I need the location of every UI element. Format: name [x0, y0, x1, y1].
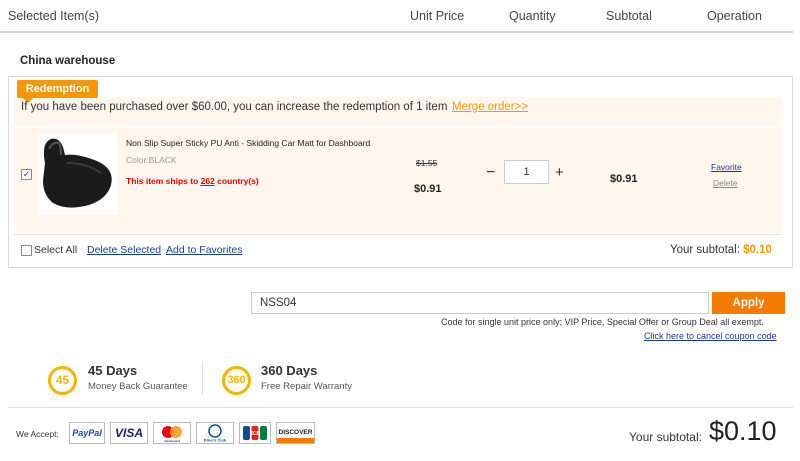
jcb-icon: JCB [239, 422, 271, 444]
add-to-favorites-link[interactable]: Add to Favorites [166, 244, 242, 256]
guarantee-divider [202, 362, 203, 394]
car-mat-image [43, 138, 112, 208]
quantity-decrease-button[interactable]: − [486, 164, 495, 182]
repair-warranty-icon: 360 [222, 366, 251, 395]
mastercard-icon: mastercard [153, 422, 191, 444]
discover-text: DISCOVER [278, 429, 313, 436]
diners-club-logo: Diners Club [204, 424, 227, 443]
coupon-input[interactable] [251, 292, 709, 314]
delete-link[interactable]: Delete [713, 178, 738, 188]
apply-button[interactable]: Apply [712, 292, 785, 314]
discover-icon: DISCOVER [276, 422, 315, 444]
redemption-badge: Redemption [17, 80, 98, 103]
header-operation: Operation [707, 9, 762, 23]
product-image[interactable] [37, 133, 118, 215]
coupon-note: Code for single unit price only; VIP Pri… [441, 317, 764, 327]
original-price: $1.55 [416, 158, 438, 168]
header-quantity: Quantity [509, 9, 556, 23]
cancel-coupon-link[interactable]: Click here to cancel coupon code [644, 331, 777, 341]
quantity-increase-button[interactable]: + [555, 164, 564, 181]
we-accept-label: We Accept: [16, 429, 59, 439]
ship-count-link[interactable]: 262 [201, 176, 215, 186]
diners-club-text: Diners Club [204, 438, 227, 443]
money-back-icon: 45 [48, 366, 77, 395]
product-color: Color:BLACK [126, 155, 177, 165]
quantity-input[interactable] [504, 160, 549, 184]
guarantee-subtitle-money-back: Money Back Guarantee [88, 381, 188, 392]
diners-club-icon: Diners Club [196, 422, 234, 444]
box-subtotal-label: Your subtotal: [670, 244, 744, 256]
redemption-text: If you have been purchased over $60.00, … [21, 101, 448, 113]
select-all-checkbox[interactable] [21, 245, 32, 256]
discover-stripe [277, 438, 314, 443]
header-unit-price: Unit Price [410, 9, 465, 23]
grand-total-label: Your subtotal: [629, 430, 702, 444]
ship-suffix: country(s) [214, 176, 259, 186]
warehouse-title: China warehouse [20, 55, 116, 67]
item-subtotal: $0.91 [610, 173, 638, 185]
delete-selected-link[interactable]: Delete Selected [87, 244, 161, 256]
guarantee-subtitle-repair: Free Repair Warranty [261, 381, 352, 392]
cart-header: Selected Item(s) Unit Price Quantity Sub… [0, 0, 793, 33]
divider [14, 234, 782, 235]
jcb-logo: JCB [243, 426, 267, 440]
jcb-text: JCB [250, 431, 260, 437]
select-all-label[interactable]: Select All [34, 244, 77, 256]
box-subtotal: Your subtotal: $0.10 [670, 244, 772, 256]
mastercard-circles: mastercard [162, 426, 182, 443]
guarantee-title-repair: 360 Days [261, 363, 318, 378]
paypal-icon: PayPal [69, 422, 105, 444]
ship-info: This item ships to 262 country(s) [126, 176, 259, 186]
product-name[interactable]: Non Slip Super Sticky PU Anti - Skidding… [126, 138, 370, 148]
box-subtotal-value: $0.10 [743, 244, 772, 256]
merge-order-link[interactable]: Merge order>> [452, 101, 528, 113]
header-items: Selected Item(s) [8, 9, 100, 23]
mastercard-text: mastercard [164, 439, 180, 443]
item-checkbox[interactable]: ✓ [21, 169, 32, 180]
favorite-link[interactable]: Favorite [711, 162, 742, 172]
visa-icon: VISA [110, 422, 148, 444]
ship-prefix: This item ships to [126, 176, 201, 186]
divider [8, 407, 793, 408]
unit-price: $0.91 [414, 183, 442, 195]
grand-total-value: $0.10 [709, 416, 777, 446]
guarantee-title-money-back: 45 Days [88, 363, 138, 378]
header-subtotal: Subtotal [606, 9, 652, 23]
